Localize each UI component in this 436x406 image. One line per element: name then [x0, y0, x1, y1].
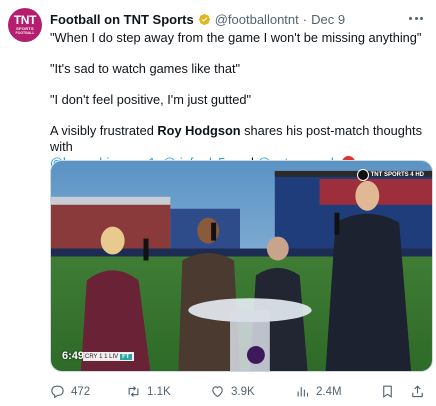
tweet-actions-bar: 472 1.1K 3.9K 2.4M	[50, 384, 433, 400]
verified-gold-badge-icon[interactable]	[198, 13, 211, 26]
tweet-card[interactable]: TNT SPORTS FOOTBALL Football on TNT Spor…	[0, 0, 436, 406]
video-frame-image	[51, 161, 432, 371]
retweet-button[interactable]: 1.1K	[126, 384, 171, 399]
views-button[interactable]: 2.4M	[295, 384, 342, 399]
score-status: FT	[120, 353, 132, 360]
retweet-icon	[128, 386, 139, 397]
channel-sub: HD	[415, 172, 424, 178]
tweet-quote-1: "When I do step away from the game I won…	[50, 30, 422, 45]
more-options-icon[interactable]	[406, 8, 426, 28]
bookmark-icon	[383, 385, 392, 398]
channel-watermark: TNT SPORTS 4 HD	[356, 169, 424, 181]
tweet-quote-3: "I don't feel positive, I'm just gutted"	[50, 92, 252, 107]
avatar-logo-text: TNT	[13, 13, 37, 28]
score-away: 1 LIV	[104, 353, 119, 360]
score-bug: CRY 1 1 LIV FT	[83, 352, 134, 361]
channel-label: TNT SPORTS 4	[370, 172, 414, 178]
share-button[interactable]	[410, 384, 425, 399]
tweet-quote-2: "It's sad to watch games like that"	[50, 61, 241, 76]
tweet-date[interactable]: Dec 9	[311, 12, 345, 27]
account-name[interactable]: Football on TNT Sports	[50, 12, 194, 27]
views-bar-chart-icon	[297, 387, 309, 397]
video-player[interactable]: TNT SPORTS 4 HD CRY 1 1 LIV FT 6:49	[50, 160, 433, 372]
share-upload-icon	[412, 385, 423, 398]
bookmark-button[interactable]	[380, 384, 395, 399]
account-handle[interactable]: @footballontnt	[215, 12, 299, 27]
description-prefix: A visibly frustrated	[50, 123, 158, 138]
views-count: 2.4M	[316, 385, 342, 398]
reply-icon	[51, 385, 64, 399]
like-button[interactable]: 3.9K	[210, 384, 255, 399]
account-avatar[interactable]: TNT SPORTS FOOTBALL	[8, 8, 42, 42]
video-timecode: 6:49	[62, 350, 85, 362]
like-count: 3.9K	[231, 385, 255, 398]
reply-button[interactable]: 472	[50, 384, 90, 399]
avatar-logo-caption: FOOTBALL	[15, 31, 35, 36]
score-home: CRY 1	[85, 353, 103, 360]
reply-count: 472	[71, 385, 91, 398]
retweet-count: 1.1K	[147, 385, 171, 398]
channel-logo-icon	[356, 169, 369, 181]
header-separator: ·	[302, 11, 308, 27]
tweet-header: Football on TNT Sports @footballontnt · …	[50, 10, 428, 28]
heart-icon	[212, 386, 223, 398]
description-bold-name: Roy Hodgson	[157, 123, 241, 138]
